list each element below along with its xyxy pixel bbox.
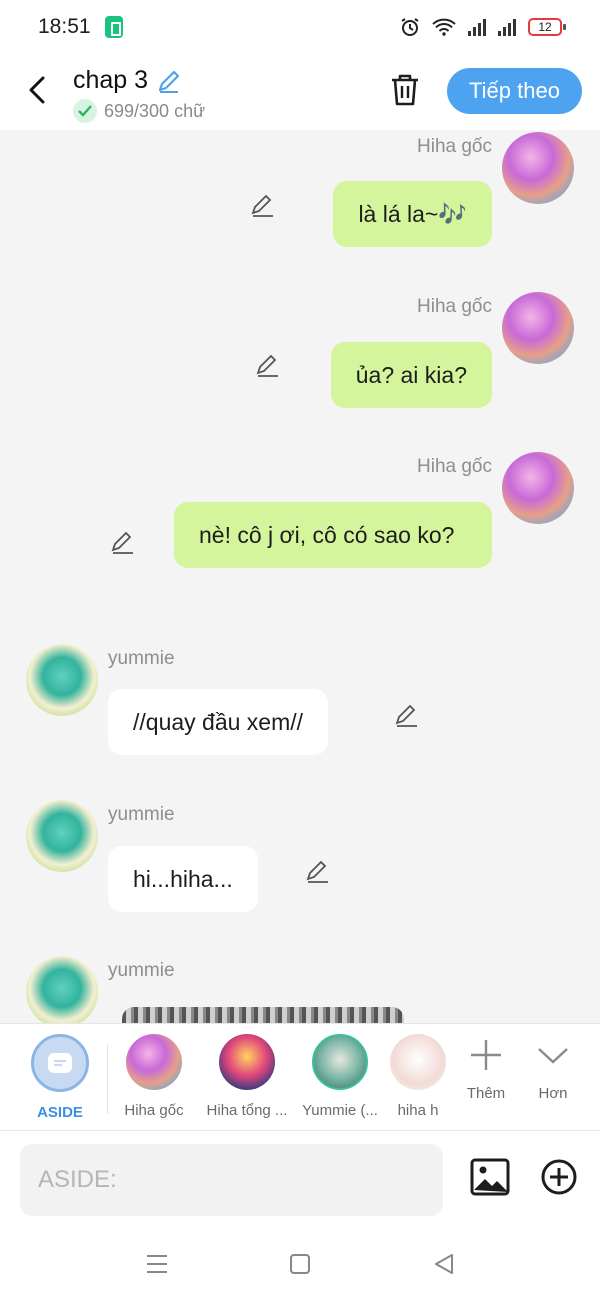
expand-button[interactable]: Hơn [518, 1038, 588, 1102]
character-label: Yummie (... [302, 1102, 378, 1119]
signal-icon-2 [498, 18, 516, 36]
trash-icon[interactable] [388, 72, 422, 108]
sender-name: Hiha gốc [417, 136, 492, 157]
character-label: hiha h [397, 1102, 439, 1119]
expand-label: Hơn [538, 1085, 568, 1102]
edit-message-icon[interactable] [110, 529, 136, 555]
sender-name: Hiha gốc [417, 296, 492, 317]
chapter-title: chap 3 [73, 66, 149, 94]
sender-name: yummie [108, 804, 175, 825]
battery-saver-icon [104, 16, 123, 38]
avatar[interactable] [26, 800, 98, 872]
avatar [312, 1034, 368, 1090]
avatar[interactable] [502, 452, 574, 524]
character-aside[interactable]: ASIDE [15, 1034, 105, 1121]
check-icon [73, 99, 97, 123]
avatar [390, 1034, 446, 1090]
status-icons: 12 [400, 17, 566, 37]
image-message[interactable] [122, 1007, 404, 1023]
next-button[interactable]: Tiếp theo [447, 68, 582, 114]
character-label: ASIDE [37, 1104, 83, 1121]
aside-icon [31, 1034, 89, 1092]
edit-pencil-icon[interactable] [156, 68, 182, 94]
wifi-icon [432, 18, 456, 36]
chat-area[interactable]: Hiha gốc là lá la~🎶 Hiha gốc ủa? ai kia?… [0, 130, 600, 1023]
character-label: Hiha gốc [124, 1102, 184, 1119]
sender-name: yummie [108, 960, 175, 981]
chevron-left-icon [29, 76, 45, 104]
avatar [219, 1034, 275, 1090]
edit-message-icon[interactable] [394, 702, 420, 728]
chevron-down-icon [538, 1048, 568, 1064]
signal-icon [468, 18, 486, 36]
message-bubble[interactable]: ủa? ai kia? [330, 342, 492, 408]
character-hiha-h[interactable]: hiha h [388, 1034, 448, 1119]
avatar[interactable] [502, 292, 574, 364]
composer [0, 1132, 600, 1228]
system-nav-bar [0, 1228, 600, 1300]
character-bar: ASIDE Hiha gốc Hiha tổng ... Yummie (...… [0, 1023, 600, 1131]
character-label: Hiha tổng ... [206, 1102, 288, 1119]
edit-message-icon[interactable] [305, 858, 331, 884]
home-icon[interactable] [288, 1252, 312, 1276]
status-bar: 18:51 12 [0, 0, 600, 54]
add-character-button[interactable]: Thêm [451, 1038, 521, 1102]
back-button[interactable] [22, 72, 52, 108]
chapter-title-group[interactable]: chap 3 [73, 66, 182, 95]
message-bubble[interactable]: //quay đầu xem// [108, 689, 329, 755]
message-bubble[interactable]: là lá la~🎶 [333, 181, 492, 247]
sender-name: yummie [108, 648, 175, 669]
message-bubble[interactable]: hi...hiha... [108, 846, 258, 912]
status-time-group: 18:51 [38, 15, 123, 39]
avatar[interactable] [26, 956, 98, 1023]
character-yummie[interactable]: Yummie (... [295, 1034, 385, 1119]
avatar[interactable] [502, 132, 574, 204]
word-count: 699/300 chữ [73, 99, 205, 123]
add-label: Thêm [466, 1085, 506, 1102]
battery-icon: 12 [528, 18, 566, 36]
add-circle-icon[interactable] [540, 1158, 578, 1196]
character-hiha-goc[interactable]: Hiha gốc [109, 1034, 199, 1119]
avatar [126, 1034, 182, 1090]
word-count-text: 699/300 chữ [104, 100, 206, 121]
image-icon[interactable] [470, 1158, 510, 1196]
avatar[interactable] [26, 644, 98, 716]
message-bubble[interactable]: nè! cô j ơi, cô có sao ko? [174, 502, 492, 568]
alarm-icon [401, 18, 419, 36]
menu-icon[interactable] [145, 1252, 169, 1276]
edit-message-icon[interactable] [255, 352, 281, 378]
plus-icon [471, 1040, 501, 1070]
divider [107, 1044, 108, 1114]
top-bar: chap 3 699/300 chữ Tiếp theo [0, 54, 600, 130]
edit-message-icon[interactable] [250, 192, 276, 218]
back-triangle-icon[interactable] [432, 1252, 456, 1276]
character-hiha-tong[interactable]: Hiha tổng ... [202, 1034, 292, 1119]
sender-name: Hiha gốc [417, 456, 492, 477]
status-time: 18:51 [38, 15, 91, 38]
message-input[interactable] [20, 1144, 443, 1216]
